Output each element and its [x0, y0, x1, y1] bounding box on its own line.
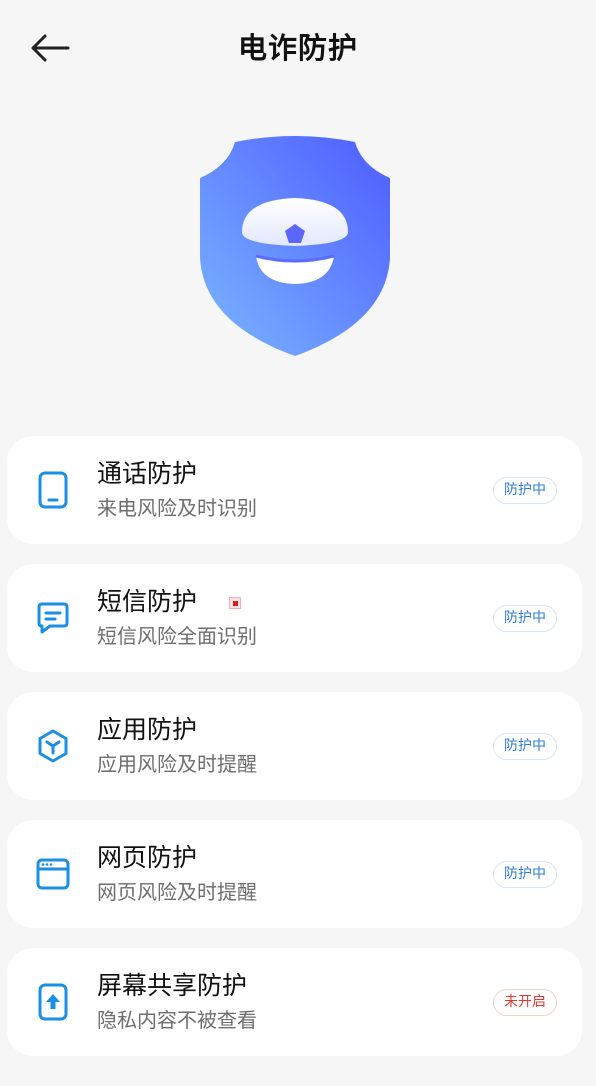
phone-icon: [35, 469, 71, 511]
call-protection-card[interactable]: 通话防护 来电风险及时识别 防护中: [7, 436, 582, 544]
card-subtitle: 短信风险全面识别: [97, 624, 257, 648]
card-subtitle: 网页风险及时提醒: [97, 880, 257, 904]
new-indicator-icon: [229, 597, 241, 609]
app-cube-icon: [35, 725, 71, 767]
sms-protection-card[interactable]: 短信防护 短信风险全面识别 防护中: [7, 564, 582, 672]
card-title: 短信防护: [97, 587, 198, 616]
card-subtitle: 应用风险及时提醒: [97, 752, 257, 776]
top-bar: 电诈防护: [0, 0, 596, 96]
message-icon: [35, 597, 71, 639]
web-protection-card[interactable]: 网页防护 网页风险及时提醒 防护中: [7, 820, 582, 928]
screen-share-protection-card[interactable]: 屏幕共享防护 隐私内容不被查看 未开启: [7, 948, 582, 1056]
card-subtitle: 来电风险及时识别: [97, 496, 257, 520]
card-title: 应用防护: [97, 715, 198, 744]
status-badge: 未开启: [493, 989, 557, 1016]
card-title: 通话防护: [97, 459, 198, 488]
screen-share-icon: [35, 981, 71, 1023]
card-subtitle: 隐私内容不被查看: [97, 1008, 257, 1032]
hero-shield: [190, 128, 400, 364]
status-badge: 防护中: [493, 605, 557, 632]
browser-window-icon: [35, 853, 71, 895]
card-title: 屏幕共享防护: [97, 971, 248, 1000]
page-title: 电诈防护: [237, 31, 358, 65]
status-badge: 防护中: [493, 477, 557, 504]
police-cap-shield-icon: [200, 136, 390, 356]
status-badge: 防护中: [493, 861, 557, 888]
card-title: 网页防护: [97, 843, 198, 872]
status-badge: 防护中: [493, 733, 557, 760]
app-protection-card[interactable]: 应用防护 应用风险及时提醒 防护中: [7, 692, 582, 800]
